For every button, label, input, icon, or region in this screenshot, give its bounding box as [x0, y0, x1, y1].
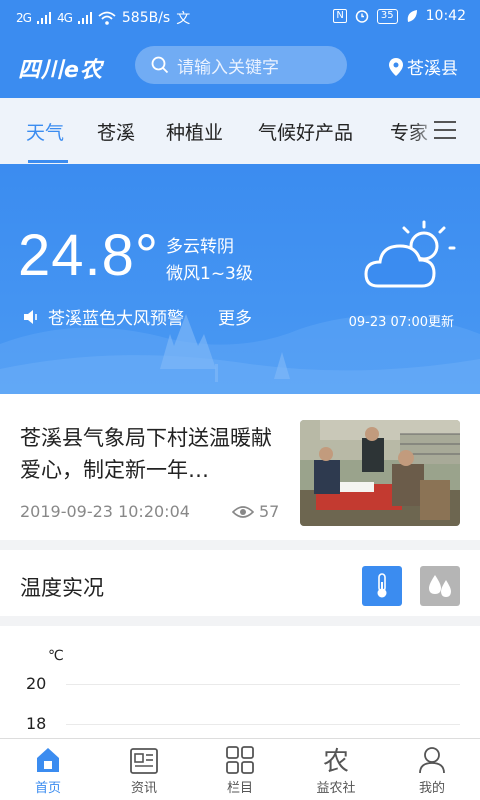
nav-news-label: 资讯	[130, 781, 157, 796]
nav-columns-label: 栏目	[226, 781, 253, 796]
nav-home-label: 首页	[34, 781, 61, 796]
landscape-illustration	[0, 314, 480, 394]
weather-alert[interactable]: 苍溪蓝色大风预警	[22, 304, 184, 329]
section-title: 温度实况	[20, 576, 104, 600]
translate-icon: 文	[176, 11, 191, 27]
water-drops-icon	[429, 575, 451, 597]
clock: 10:42	[425, 8, 466, 24]
nav-yinongshe[interactable]: 农 益农社	[296, 745, 376, 796]
signal-2-label: 4G	[56, 11, 73, 25]
nav-yinongshe-label: 益农社	[316, 781, 356, 796]
news-item[interactable]: 苍溪县气象局下村送温暖献爱心，制定新一年… 2019-09-23 10:20:0…	[0, 394, 480, 540]
location-label: 苍溪县	[407, 59, 458, 79]
tab-planting[interactable]: 种植业	[166, 118, 223, 145]
more-link[interactable]: 更多	[218, 304, 252, 329]
search-placeholder: 请输入关键字	[177, 57, 279, 78]
cloudy-sun-icon	[364, 220, 456, 288]
current-temperature: 24.8°	[18, 223, 160, 288]
search-icon	[151, 56, 169, 74]
svg-text:农: 农	[323, 747, 349, 775]
location-pin-icon	[389, 57, 403, 76]
y-tick-label: 18	[26, 714, 47, 733]
signal-1-label: 2G	[16, 11, 32, 25]
news-date: 2019-09-23 10:20:04	[20, 502, 190, 521]
speaker-icon	[24, 309, 37, 324]
humidity-toggle-button[interactable]	[420, 566, 460, 606]
grid-icon	[226, 746, 254, 774]
news-icon	[130, 748, 158, 774]
location-selector[interactable]: 苍溪县	[389, 54, 458, 79]
temperature-section-header: 温度实况	[0, 550, 480, 616]
temperature-chart: ℃ 20 18	[0, 626, 480, 738]
news-views: 57	[232, 502, 279, 521]
weather-condition: 多云转阴	[166, 237, 234, 257]
nav-columns[interactable]: 栏目	[200, 745, 280, 796]
category-tabs: 天气 苍溪 种植业 气候好产品 专家	[0, 98, 480, 164]
y-tick-label: 20	[26, 674, 47, 693]
nfc-icon: N	[333, 9, 347, 23]
wifi-icon	[98, 11, 116, 25]
news-title: 苍溪县气象局下村送温暖献爱心，制定新一年…	[20, 426, 272, 482]
eye-icon	[232, 505, 254, 518]
thermometer-icon	[377, 573, 387, 598]
user-icon	[419, 747, 445, 774]
menu-icon[interactable]	[434, 121, 456, 141]
weather-card[interactable]: 24.8° 多云转阴 微风1~3级 苍溪蓝色大风预警 更多 09-23 07:0…	[0, 164, 480, 394]
search-input[interactable]: 请输入关键字	[135, 46, 347, 84]
update-time: 09-23 07:00更新	[348, 315, 454, 330]
tab-cangxi[interactable]: 苍溪	[97, 118, 135, 145]
tab-weather[interactable]: 天气	[26, 118, 64, 145]
nong-icon: 农	[323, 747, 349, 775]
gridline	[66, 724, 460, 725]
nav-news[interactable]: 资讯	[104, 745, 184, 796]
active-tab-indicator	[28, 160, 68, 163]
alert-text: 苍溪蓝色大风预警	[48, 309, 184, 329]
view-count: 57	[259, 502, 280, 521]
wind-level: 微风1~3级	[166, 264, 253, 284]
tab-climate-products[interactable]: 气候好产品	[258, 118, 353, 145]
network-speed: 585B/s	[121, 10, 171, 26]
signal-icon	[77, 12, 92, 24]
news-thumbnail	[300, 420, 460, 526]
bottom-navigation: 首页 资讯 栏目 农 益农社 我的	[0, 738, 480, 800]
nav-profile[interactable]: 我的	[392, 745, 472, 796]
status-bar: 2G 4G 585B/s 文 N 35 10:42	[0, 0, 480, 34]
leaf-icon	[407, 10, 417, 22]
nav-home[interactable]: 首页	[8, 745, 88, 796]
battery-level: 35	[376, 8, 398, 24]
app-logo: 四川e农	[18, 58, 103, 83]
app-header: 四川e农 请输入关键字 苍溪县	[0, 34, 480, 98]
gridline	[66, 684, 460, 685]
chart-unit: ℃	[48, 648, 64, 664]
alarm-icon	[355, 10, 369, 23]
signal-icon	[36, 12, 51, 24]
nav-profile-label: 我的	[418, 781, 445, 796]
home-icon	[37, 748, 59, 772]
temperature-toggle-button[interactable]	[362, 566, 402, 606]
